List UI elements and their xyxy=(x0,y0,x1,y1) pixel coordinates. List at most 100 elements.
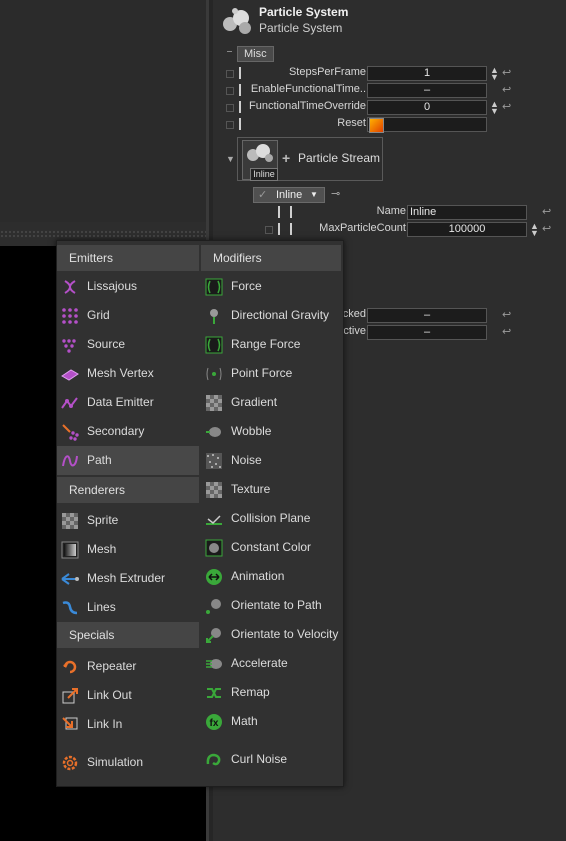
reset-value-icon[interactable]: ↩ xyxy=(502,325,511,338)
inline-dropdown[interactable]: ✓ Inline ▼ xyxy=(253,187,325,203)
reset-value-icon[interactable]: ↩ xyxy=(542,205,551,218)
object-title: Particle System xyxy=(259,5,349,19)
row-checkbox[interactable] xyxy=(226,87,234,95)
menu-item-force[interactable]: Force xyxy=(201,272,341,301)
property-value-field[interactable]: 0 xyxy=(367,100,487,115)
path-icon xyxy=(61,452,79,470)
property-value-field[interactable]: – xyxy=(367,325,487,340)
menu-item-label: Path xyxy=(87,453,112,467)
menu-item-repeater[interactable]: Repeater xyxy=(57,652,199,681)
row-checkbox[interactable] xyxy=(226,70,234,78)
menu-item-label: Grid xyxy=(87,308,110,322)
menu-item-directional-gravity[interactable]: Directional Gravity xyxy=(201,301,341,330)
property-label: MaxParticleCount xyxy=(319,222,406,234)
menu-item-mesh[interactable]: Mesh xyxy=(57,535,199,564)
menu-item-label: Lissajous xyxy=(87,279,138,293)
menu-item-curl-noise[interactable]: Curl Noise xyxy=(201,745,341,774)
row-checkbox[interactable] xyxy=(226,104,234,112)
menu-item-animation[interactable]: Animation xyxy=(201,562,341,591)
range-force-icon xyxy=(205,336,223,354)
math-icon: fx xyxy=(205,713,223,731)
menu-item-label: Lines xyxy=(87,600,116,614)
menu-item-label: Mesh Vertex xyxy=(87,366,154,380)
menu-item-accelerate[interactable]: Accelerate xyxy=(201,649,341,678)
reset-value-icon[interactable]: ↩ xyxy=(502,100,511,113)
reset-field[interactable] xyxy=(367,117,487,132)
menu-item-mesh-extruder[interactable]: Mesh Extruder xyxy=(57,564,199,593)
menu-item-link-out[interactable]: Link Out xyxy=(57,681,199,710)
menu-item-texture[interactable]: Texture xyxy=(201,475,341,504)
menu-item-label: Math xyxy=(231,714,258,728)
menu-item-label: Data Emitter xyxy=(87,395,154,409)
reset-value-icon[interactable]: ↩ xyxy=(502,308,511,321)
menu-item-noise[interactable]: Noise xyxy=(201,446,341,475)
menu-item-gradient[interactable]: Gradient xyxy=(201,388,341,417)
menu-item-lines[interactable]: Lines xyxy=(57,593,199,622)
collision-plane-icon xyxy=(205,510,223,528)
property-value-field[interactable]: – xyxy=(367,308,487,323)
menu-item-label: Force xyxy=(231,279,262,293)
spinner-arrows-icon[interactable]: ▲ ▼ xyxy=(490,100,499,116)
property-label: StepsPerFrame xyxy=(288,66,366,78)
reset-button[interactable] xyxy=(369,118,384,133)
row-separator xyxy=(278,223,280,235)
gradient-icon xyxy=(205,394,223,412)
menu-item-label: Wobble xyxy=(231,424,272,438)
spinner-arrows-icon[interactable]: ▲ ▼ xyxy=(490,66,499,82)
menu-item-mesh-vertex[interactable]: Mesh Vertex xyxy=(57,359,199,388)
mesh-icon xyxy=(61,541,79,559)
data-emitter-icon xyxy=(61,394,79,412)
expand-arrow-icon[interactable]: ▼ xyxy=(226,154,235,164)
row-checkbox[interactable] xyxy=(265,226,273,234)
menu-item-wobble[interactable]: Wobble xyxy=(201,417,341,446)
check-icon: ✓ xyxy=(258,189,268,201)
property-label: EnableFunctionalTime.. xyxy=(250,83,366,95)
menu-item-grid[interactable]: Grid xyxy=(57,301,199,330)
property-value-field[interactable]: – xyxy=(367,83,487,98)
menu-item-range-force[interactable]: Range Force xyxy=(201,330,341,359)
menu-item-label: Orientate to Path xyxy=(231,598,322,612)
lines-icon xyxy=(61,599,79,617)
property-label: Name xyxy=(376,205,406,217)
menu-item-path[interactable]: Path xyxy=(57,446,199,475)
noise-icon xyxy=(205,452,223,470)
menu-item-math[interactable]: fx Math xyxy=(201,707,341,736)
reset-value-icon[interactable]: ↩ xyxy=(502,66,511,79)
menu-item-link-in[interactable]: Link In xyxy=(57,710,199,739)
add-node-menu: Emitters Modifiers Lissajous Grid Source Me… xyxy=(56,240,344,787)
menu-item-label: Sprite xyxy=(87,513,119,527)
add-particle-stream-button[interactable]: Particle Stream xyxy=(298,151,380,165)
menu-item-orientate-to-path[interactable]: Orientate to Path xyxy=(201,591,341,620)
menu-item-source[interactable]: Source xyxy=(57,330,199,359)
menu-item-remap[interactable]: Remap xyxy=(201,678,341,707)
secondary-icon xyxy=(61,423,79,441)
section-tag-misc[interactable]: Misc xyxy=(237,46,274,62)
reset-value-icon[interactable]: ↩ xyxy=(542,222,551,235)
menu-item-sprite[interactable]: Sprite xyxy=(57,506,199,535)
simulation-icon xyxy=(61,754,79,772)
property-value-field[interactable]: 100000 xyxy=(407,222,527,237)
property-value-field[interactable]: Inline xyxy=(407,205,527,220)
panel-splitter[interactable] xyxy=(0,230,206,238)
row-checkbox[interactable] xyxy=(226,121,234,129)
menu-item-collision-plane[interactable]: Collision Plane xyxy=(201,504,341,533)
lissajous-icon xyxy=(61,278,79,296)
menu-item-label: Link In xyxy=(87,717,123,731)
link-icon[interactable]: ⊸ xyxy=(331,187,340,200)
reset-value-icon[interactable]: ↩ xyxy=(502,83,511,96)
menu-item-constant-color[interactable]: Constant Color xyxy=(201,533,341,562)
menu-item-simulation[interactable]: Simulation xyxy=(57,748,199,777)
menu-item-label: Gradient xyxy=(231,395,278,409)
menu-item-data-emitter[interactable]: Data Emitter xyxy=(57,388,199,417)
spinner-arrows-icon[interactable]: ▲ ▼ xyxy=(530,222,539,238)
menu-item-lissajous[interactable]: Lissajous xyxy=(57,272,199,301)
menu-item-orientate-to-velocity[interactable]: Orientate to Velocity xyxy=(201,620,341,649)
menu-item-point-force[interactable]: Point Force xyxy=(201,359,341,388)
section-line xyxy=(227,51,232,52)
menu-item-label: Simulation xyxy=(87,755,144,769)
plus-icon[interactable]: + xyxy=(282,150,290,166)
menu-item-label: Mesh xyxy=(87,542,117,556)
property-label: Reset xyxy=(337,117,366,129)
property-value-field[interactable]: 1 xyxy=(367,66,487,81)
menu-item-secondary[interactable]: Secondary xyxy=(57,417,199,446)
